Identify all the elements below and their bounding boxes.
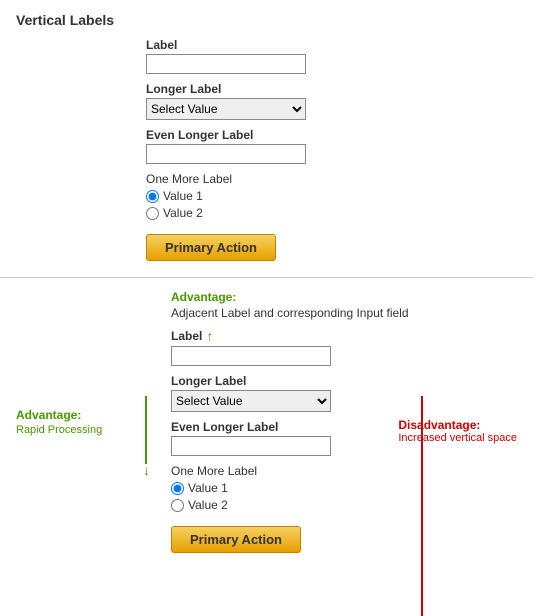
- primary-action-button[interactable]: Primary Action: [146, 234, 276, 261]
- longer2-label-text: Longer Label: [171, 374, 517, 388]
- right-note: Disadvantage: Increased vertical space: [398, 418, 517, 444]
- form2-group-longer: Longer Label Select Value: [171, 374, 517, 412]
- even-longer-label-text: Even Longer Label: [146, 128, 517, 142]
- form2-group-label: Label ↑: [171, 328, 517, 366]
- radio-value1-input[interactable]: [146, 190, 159, 203]
- one-more-label-text: One More Label: [146, 172, 517, 186]
- longer2-select[interactable]: Select Value: [171, 390, 331, 412]
- disadvantage-label: Disadvantage:: [398, 418, 517, 432]
- form-group-one-more: One More Label Value 1 Value 2: [146, 172, 517, 220]
- label2-input[interactable]: [171, 346, 331, 366]
- advantage-top-sub: Adjacent Label and corresponding Input f…: [171, 306, 517, 320]
- longer-label-text: Longer Label: [146, 82, 517, 96]
- section1: Vertical Labels Label Longer Label Selec…: [0, 0, 533, 278]
- disadvantage-sub: Increased vertical space: [398, 432, 517, 444]
- radio2-value1-input[interactable]: [171, 482, 184, 495]
- advantage-left-sub: Rapid Processing: [16, 424, 102, 436]
- advantage-top-label: Advantage:: [171, 290, 517, 304]
- label-input[interactable]: [146, 54, 306, 74]
- form2-group-one-more: One More Label Value 1 Value 2: [171, 464, 517, 512]
- label2-field-text: Label: [171, 329, 202, 343]
- primary-action-button2[interactable]: Primary Action: [171, 526, 301, 553]
- radio-value2-label: Value 2: [163, 206, 203, 220]
- left-note: Advantage: Rapid Processing: [16, 408, 102, 436]
- advantage-left-label: Advantage:: [16, 408, 102, 422]
- advantage-top-label-text: Advantage:: [171, 290, 236, 304]
- one-more2-label-text: One More Label: [171, 464, 517, 478]
- section1-title: Vertical Labels: [16, 12, 517, 28]
- radio-value2-input[interactable]: [146, 207, 159, 220]
- radio2-value2[interactable]: Value 2: [171, 498, 517, 512]
- even-longer2-input[interactable]: [171, 436, 331, 456]
- longer-label-select[interactable]: Select Value: [146, 98, 306, 120]
- label2-text: Label ↑: [171, 328, 517, 344]
- radio2-value2-input[interactable]: [171, 499, 184, 512]
- up-arrow-icon: ↑: [206, 328, 213, 344]
- radio2-value2-label: Value 2: [188, 498, 228, 512]
- radio2-value1-label: Value 1: [188, 481, 228, 495]
- green-vline: [145, 396, 147, 464]
- radio2-value1[interactable]: Value 1: [171, 481, 517, 495]
- radio-value2[interactable]: Value 2: [146, 206, 517, 220]
- green-arrow-icon: ↓: [143, 462, 150, 478]
- section1-form: Label Longer Label Select Value Even Lon…: [146, 38, 517, 261]
- even-longer-input[interactable]: [146, 144, 306, 164]
- form-group-longer: Longer Label Select Value: [146, 82, 517, 120]
- form-group-even-longer: Even Longer Label: [146, 128, 517, 164]
- form-group-label: Label: [146, 38, 517, 74]
- section2: Advantage: Adjacent Label and correspond…: [0, 278, 533, 569]
- radio-value1[interactable]: Value 1: [146, 189, 517, 203]
- radio-value1-label: Value 1: [163, 189, 203, 203]
- label-text: Label: [146, 38, 517, 52]
